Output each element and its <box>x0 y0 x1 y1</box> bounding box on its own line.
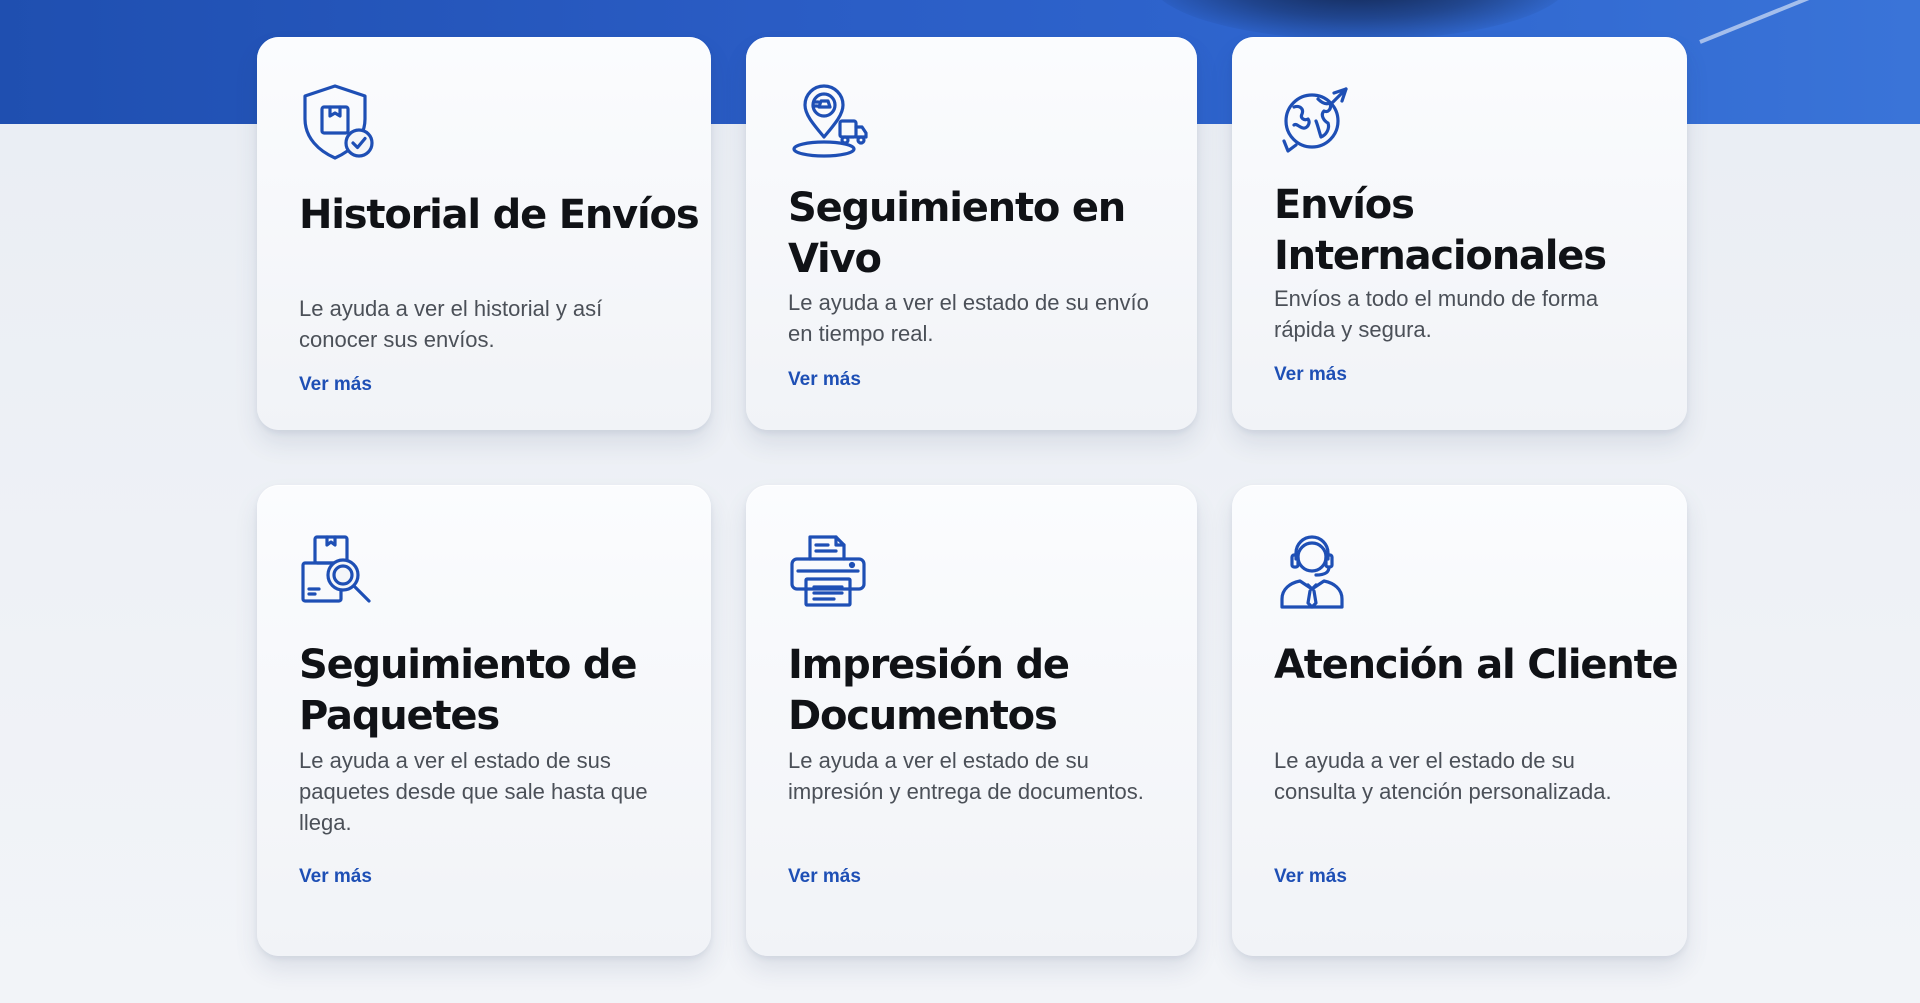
location-pin-truck-icon <box>788 81 868 161</box>
ver-mas-link[interactable]: Ver más <box>1274 865 1347 889</box>
card-title: Impresión de Documentos <box>788 642 1070 739</box>
vehicle-silhouette <box>1150 0 1570 40</box>
service-card-atencion[interactable]: Atención al Cliente Le ayuda a ver el es… <box>1232 485 1687 956</box>
ver-mas-link[interactable]: Ver más <box>788 368 861 392</box>
card-title: Seguimiento de Paquetes <box>299 642 637 739</box>
printer-icon <box>788 531 868 611</box>
card-title: Atención al Cliente <box>1274 642 1679 688</box>
card-description: Le ayuda a ver el estado de sus paquetes… <box>299 748 648 835</box>
package-search-icon <box>299 531 379 611</box>
ver-mas-link[interactable]: Ver más <box>788 865 861 889</box>
card-description: Le ayuda a ver el estado de su impresión… <box>788 748 1144 804</box>
card-description: Envíos a todo el mundo de forma rápida y… <box>1274 286 1599 342</box>
road-marking <box>1699 0 1920 44</box>
service-card-internacionales[interactable]: Envíos Internacionales Envíos a todo el … <box>1232 37 1687 430</box>
service-card-seguimiento-vivo[interactable]: Seguimiento en Vivo Le ayuda a ver el es… <box>746 37 1197 430</box>
service-card-impresion[interactable]: Impresión de Documentos Le ayuda a ver e… <box>746 485 1197 956</box>
globe-arrows-icon <box>1274 81 1354 161</box>
shield-package-check-icon <box>299 81 379 161</box>
card-description: Le ayuda a ver el estado de su envío en … <box>788 290 1149 346</box>
ver-mas-link[interactable]: Ver más <box>299 373 372 397</box>
ver-mas-link[interactable]: Ver más <box>299 865 372 889</box>
service-card-historial[interactable]: Historial de Envíos Le ayuda a ver el hi… <box>257 37 711 430</box>
card-description: Le ayuda a ver el historial y así conoce… <box>299 296 603 352</box>
card-title: Envíos Internacionales <box>1274 182 1607 279</box>
card-description: Le ayuda a ver el estado de su consulta … <box>1274 748 1612 804</box>
ver-mas-link[interactable]: Ver más <box>1274 363 1347 387</box>
card-title: Seguimiento en Vivo <box>788 185 1126 282</box>
card-title: Historial de Envíos <box>299 192 700 238</box>
customer-support-headset-icon <box>1274 531 1354 611</box>
service-card-paquetes[interactable]: Seguimiento de Paquetes Le ayuda a ver e… <box>257 485 711 956</box>
